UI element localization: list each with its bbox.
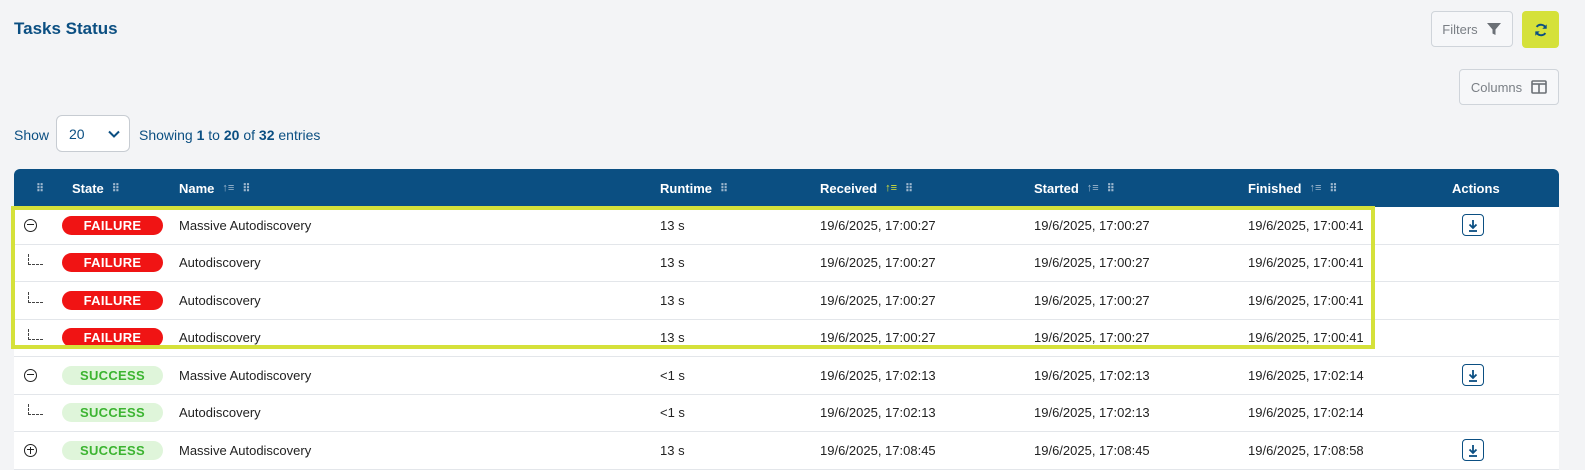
drag-handle-icon: ⠿ xyxy=(1329,182,1337,195)
table-row: SUCCESS Autodiscovery <1 s 19/6/2025, 17:02… xyxy=(14,394,1559,432)
table-row: FAILURE Autodiscovery 13 s 19/6/2025, 17:00… xyxy=(14,282,1559,320)
entries-summary: Showing 1 to 20 of 32 entries xyxy=(139,127,321,143)
task-runtime: <1 s xyxy=(660,405,685,420)
page-size-select[interactable]: 20 xyxy=(56,115,130,152)
funnel-icon xyxy=(1486,23,1501,35)
task-name: Massive Autodiscovery xyxy=(179,367,312,383)
child-branch-icon xyxy=(28,291,43,303)
task-finished: 19/6/2025, 17:02:14 xyxy=(1248,367,1364,383)
task-finished: 19/6/2025, 17:00:41 xyxy=(1248,330,1364,345)
column-header-state[interactable]: State ⠿ xyxy=(72,169,120,207)
collapse-icon[interactable] xyxy=(24,218,37,232)
task-name: Autodiscovery xyxy=(179,255,261,270)
column-header-finished[interactable]: Finished ↑≡ ⠿ xyxy=(1248,169,1337,207)
column-header-runtime[interactable]: Runtime ⠿ xyxy=(660,169,728,207)
table-body: FAILURE Massive Autodiscovery 13 s 19/6/202… xyxy=(14,207,1559,470)
task-runtime: 13 s xyxy=(660,292,685,308)
download-button[interactable] xyxy=(1462,439,1484,461)
status-badge: FAILURE xyxy=(62,253,163,272)
chevron-down-icon xyxy=(108,130,120,138)
status-badge: FAILURE xyxy=(62,328,163,347)
task-finished: 19/6/2025, 17:00:41 xyxy=(1248,292,1364,308)
table-row: FAILURE Massive Autodiscovery 13 s 19/6/202… xyxy=(14,207,1559,245)
expand-icon[interactable] xyxy=(24,443,37,457)
sort-active-icon[interactable]: ↑≡ xyxy=(885,182,897,194)
download-icon xyxy=(1468,444,1478,457)
task-finished: 19/6/2025, 17:02:14 xyxy=(1248,405,1364,420)
filters-button[interactable]: Filters xyxy=(1431,11,1513,47)
task-runtime: 13 s xyxy=(660,255,685,270)
child-branch-icon xyxy=(28,254,43,265)
collapse-icon[interactable] xyxy=(24,368,37,382)
task-started: 19/6/2025, 17:00:27 xyxy=(1034,292,1150,308)
task-finished: 19/6/2025, 17:08:58 xyxy=(1248,442,1364,458)
status-badge: FAILURE xyxy=(62,215,163,235)
task-runtime: 13 s xyxy=(660,217,685,233)
drag-handle-icon: ⠿ xyxy=(1106,182,1115,195)
filters-label: Filters xyxy=(1442,21,1478,37)
download-button[interactable] xyxy=(1462,364,1484,386)
task-received: 19/6/2025, 17:00:27 xyxy=(820,217,936,233)
child-branch-icon xyxy=(28,404,43,415)
table-header: ⠿ State ⠿ Name ↑≡ ⠿ Runtime ⠿ Received ↑≡ ⠿ St… xyxy=(14,169,1559,207)
task-received: 19/6/2025, 17:00:27 xyxy=(820,330,936,345)
status-badge: SUCCESS xyxy=(62,440,163,460)
status-badge: SUCCESS xyxy=(62,403,163,422)
refresh-button[interactable] xyxy=(1522,11,1559,48)
drag-handle-icon: ⠿ xyxy=(242,182,250,195)
sort-icon[interactable]: ↑≡ xyxy=(1309,182,1321,194)
status-badge: SUCCESS xyxy=(62,365,163,385)
task-started: 19/6/2025, 17:02:13 xyxy=(1034,405,1150,420)
task-runtime: 13 s xyxy=(660,442,685,458)
task-name: Massive Autodiscovery xyxy=(179,217,312,233)
task-started: 19/6/2025, 17:00:27 xyxy=(1034,217,1150,233)
task-started: 19/6/2025, 17:00:27 xyxy=(1034,255,1150,270)
columns-label: Columns xyxy=(1470,79,1523,95)
task-name: Autodiscovery xyxy=(179,292,261,308)
task-name: Autodiscovery xyxy=(179,330,261,345)
show-label: Show xyxy=(14,127,50,143)
child-branch-icon xyxy=(28,329,43,340)
task-started: 19/6/2025, 17:02:13 xyxy=(1034,367,1150,383)
sort-icon[interactable]: ↑≡ xyxy=(222,182,234,194)
task-runtime: <1 s xyxy=(660,367,685,383)
task-name: Massive Autodiscovery xyxy=(179,442,312,458)
table-row: SUCCESS Massive Autodiscovery <1 s 19/6/202… xyxy=(14,357,1559,395)
refresh-icon xyxy=(1534,23,1547,36)
download-button[interactable] xyxy=(1462,214,1484,236)
sort-icon[interactable]: ↑≡ xyxy=(1087,182,1099,194)
drag-handle-icon: ⠿ xyxy=(720,182,728,195)
page-size-value: 20 xyxy=(69,125,85,142)
task-finished: 19/6/2025, 17:00:41 xyxy=(1248,217,1364,233)
columns-icon xyxy=(1531,80,1547,94)
drag-handle-icon: ⠿ xyxy=(36,182,44,195)
task-received: 19/6/2025, 17:00:27 xyxy=(820,292,936,308)
task-runtime: 13 s xyxy=(660,330,685,345)
task-name: Autodiscovery xyxy=(179,405,261,420)
task-received: 19/6/2025, 17:02:13 xyxy=(820,367,936,383)
status-badge: FAILURE xyxy=(62,290,163,310)
task-received: 19/6/2025, 17:08:45 xyxy=(820,442,936,458)
drag-handle-icon: ⠿ xyxy=(111,182,120,195)
task-started: 19/6/2025, 17:00:27 xyxy=(1034,330,1150,345)
download-icon xyxy=(1468,369,1478,382)
column-header-actions: Actions xyxy=(1452,180,1500,196)
column-header-received[interactable]: Received ↑≡ ⠿ xyxy=(820,169,913,207)
task-started: 19/6/2025, 17:08:45 xyxy=(1034,442,1150,458)
task-received: 19/6/2025, 17:00:27 xyxy=(820,255,936,270)
task-received: 19/6/2025, 17:02:13 xyxy=(820,405,936,420)
tasks-table: ⠿ State ⠿ Name ↑≡ ⠿ Runtime ⠿ Received ↑≡ ⠿ St… xyxy=(14,169,1559,470)
table-row: SUCCESS Massive Autodiscovery 13 s 19/6/202… xyxy=(14,432,1559,470)
page-title: Tasks Status xyxy=(14,19,118,38)
table-row: FAILURE Autodiscovery 13 s 19/6/2025, 17:00… xyxy=(14,319,1559,357)
task-finished: 19/6/2025, 17:00:41 xyxy=(1248,255,1364,270)
download-icon xyxy=(1468,219,1478,232)
drag-handle-icon: ⠿ xyxy=(905,182,913,195)
column-reorder-handle[interactable]: ⠿ xyxy=(36,169,44,207)
table-row: FAILURE Autodiscovery 13 s 19/6/2025, 17:00… xyxy=(14,244,1559,282)
columns-button[interactable]: Columns xyxy=(1459,69,1559,105)
column-header-started[interactable]: Started ↑≡ ⠿ xyxy=(1034,169,1115,207)
column-header-name[interactable]: Name ↑≡ ⠿ xyxy=(179,169,250,207)
